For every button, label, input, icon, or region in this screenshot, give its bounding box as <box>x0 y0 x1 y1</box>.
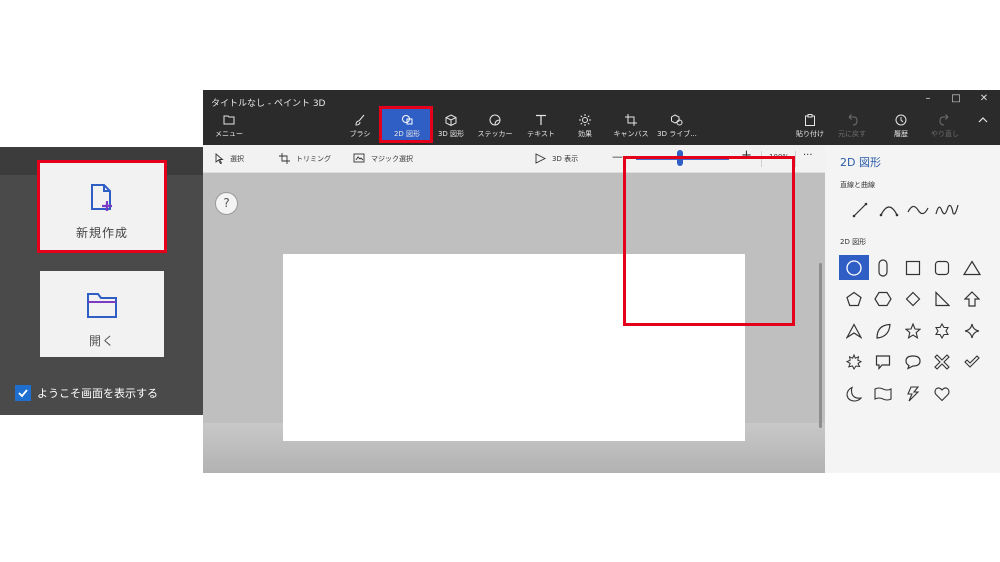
lines-section-label: 直線と曲線 <box>840 181 875 189</box>
tab-stickers[interactable]: ステッカー <box>469 112 521 140</box>
right-triangle-icon[interactable] <box>928 287 958 312</box>
highlight-2d-shapes-tab <box>379 106 433 143</box>
help-button[interactable]: ? <box>215 192 238 215</box>
leaf-icon[interactable] <box>869 318 899 343</box>
select-tool[interactable]: 選択 <box>215 153 244 164</box>
tab-canvas[interactable]: キャンバス <box>605 112 657 140</box>
star5-icon[interactable] <box>898 318 928 343</box>
diamond-icon[interactable] <box>898 287 928 312</box>
sun-icon <box>559 114 611 127</box>
collapse-toolbar-button[interactable] <box>963 112 1000 140</box>
highlight-new-file <box>37 160 167 253</box>
separator <box>795 151 796 167</box>
sticker-icon <box>469 114 521 127</box>
speech-oval-icon[interactable] <box>898 350 928 375</box>
tab-3d-library[interactable]: 3D ライブ... <box>651 112 703 140</box>
show-welcome-checkbox[interactable]: ようこそ画面を表示する <box>15 383 205 403</box>
minimize-button[interactable]: – <box>919 93 937 109</box>
stickers-label: ステッカー <box>477 130 513 138</box>
maximize-button[interactable]: □ <box>947 93 965 109</box>
star4-icon[interactable] <box>957 318 987 343</box>
three-point-curve-icon[interactable] <box>932 201 961 219</box>
undo-button[interactable]: 元に戻す <box>826 112 878 140</box>
highlight-shapes-grid <box>623 156 795 326</box>
effects-label: 効果 <box>578 130 592 138</box>
paint3d-window: タイトルなし - ペイント 3D – □ ✕ メニュー ブラシ 2D 図形 3D… <box>203 90 1000 473</box>
close-button[interactable]: ✕ <box>975 93 993 109</box>
titlebar: タイトルなし - ペイント 3D – □ ✕ メニュー ブラシ 2D 図形 3D… <box>203 90 1000 145</box>
moon-icon[interactable] <box>839 381 869 406</box>
library-3d-label: 3D ライブ... <box>657 130 697 138</box>
view-3d-toggle[interactable]: 3D 表示 <box>535 153 578 164</box>
undo-icon <box>826 114 878 127</box>
zoom-out-button[interactable]: — <box>612 150 623 163</box>
magic-select-label: マジック選択 <box>371 154 413 163</box>
star6-icon[interactable] <box>928 318 958 343</box>
menu-folder-icon <box>203 114 255 127</box>
pentagon-icon[interactable] <box>839 287 869 312</box>
shapes-grid <box>839 252 989 410</box>
banner-icon[interactable] <box>869 381 899 406</box>
shapes-section-label: 2D 図形 <box>840 238 867 246</box>
crop-label: トリミング <box>296 154 331 163</box>
more-options-button[interactable]: ··· <box>803 150 813 161</box>
menu-label: メニュー <box>215 130 243 138</box>
menu-button[interactable]: メニュー <box>203 112 255 140</box>
lightning-icon[interactable] <box>898 381 928 406</box>
hexagon-icon[interactable] <box>869 287 899 312</box>
chevron-up-icon <box>963 114 1000 127</box>
magic-select-tool[interactable]: マジック選択 <box>353 153 413 164</box>
cursor-icon <box>215 153 224 164</box>
check-icon[interactable] <box>957 350 987 375</box>
speech-rect-icon[interactable] <box>869 350 899 375</box>
line-icon[interactable] <box>845 201 874 219</box>
vertical-scrollbar[interactable] <box>819 263 822 428</box>
folder-icon <box>86 291 118 323</box>
crop-tool[interactable]: トリミング <box>279 153 331 164</box>
square-icon[interactable] <box>898 255 928 280</box>
rounded-square-icon[interactable] <box>928 255 958 280</box>
curve-icon[interactable] <box>874 201 903 219</box>
checkbox-checked-icon <box>15 385 31 401</box>
cross-icon[interactable] <box>928 350 958 375</box>
shapes-side-panel: 2D 図形 直線と曲線 2D 図形 <box>825 145 1000 473</box>
arrowhead-icon[interactable] <box>839 318 869 343</box>
triangle-icon[interactable] <box>957 255 987 280</box>
panel-title: 2D 図形 <box>840 156 881 169</box>
crop-icon <box>279 153 290 164</box>
magic-select-icon <box>353 153 365 163</box>
undo-label: 元に戻す <box>838 130 866 138</box>
canvas-label: キャンバス <box>613 130 649 138</box>
burst-icon[interactable] <box>839 350 869 375</box>
library-3d-icon <box>651 114 703 127</box>
crop-canvas-icon <box>605 114 657 127</box>
view-3d-label: 3D 表示 <box>552 154 579 163</box>
arrow-up-icon[interactable] <box>957 287 987 312</box>
view-3d-icon <box>535 153 546 164</box>
open-file-button[interactable]: 開く <box>40 271 164 357</box>
tab-effects[interactable]: 効果 <box>559 112 611 140</box>
open-file-label: 開く <box>88 334 115 348</box>
window-title: タイトルなし - ペイント 3D <box>211 99 326 109</box>
capsule-icon[interactable] <box>869 255 899 280</box>
circle-icon[interactable] <box>839 255 869 281</box>
select-label: 選択 <box>230 154 244 163</box>
heart-icon[interactable] <box>928 381 958 406</box>
lines-row <box>845 201 961 219</box>
show-welcome-label: ようこそ画面を表示する <box>37 387 158 400</box>
two-point-curve-icon[interactable] <box>903 201 932 219</box>
